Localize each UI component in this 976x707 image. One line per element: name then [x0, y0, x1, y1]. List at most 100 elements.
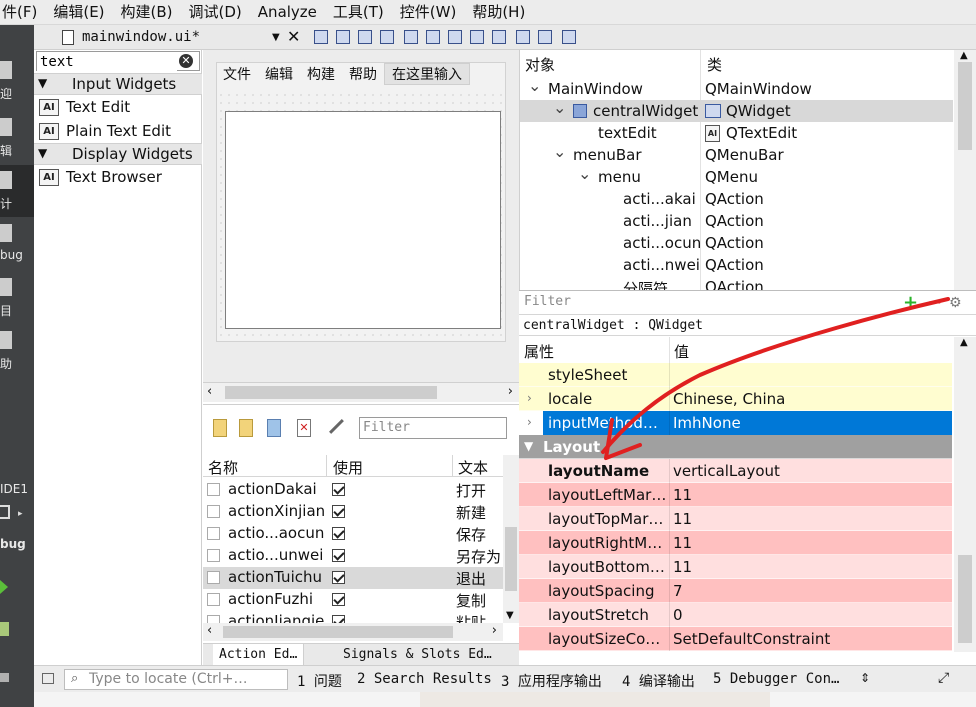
widget-item[interactable]: AI Text Edit — [34, 96, 202, 119]
property-row[interactable]: layoutSizeCon… SetDefaultConstraint — [519, 627, 952, 651]
tree-row[interactable]: acti...ocun QAction — [520, 232, 953, 254]
widget-category[interactable]: ▼ Display Widgets — [34, 143, 202, 165]
chevron-right-icon[interactable]: › — [527, 391, 532, 405]
property-value[interactable]: 11 — [673, 558, 692, 576]
panel-scroll-icon[interactable]: ⇕ — [860, 671, 870, 685]
property-value[interactable]: 11 — [673, 486, 692, 504]
used-checkbox[interactable] — [332, 593, 345, 606]
property-row[interactable]: layoutTopMar… 11 — [519, 507, 952, 531]
used-checkbox[interactable] — [332, 527, 345, 540]
form-menu-type-here[interactable]: 在这里输入 — [384, 63, 470, 85]
edit-signals-icon[interactable] — [336, 30, 350, 44]
action-vertical-scrollbar[interactable]: ▼ — [503, 455, 519, 623]
table-row[interactable]: actionFuzhi 复制 — [203, 589, 503, 611]
property-row[interactable]: › locale Chinese, China — [519, 387, 952, 411]
layout-form-icon[interactable] — [492, 30, 506, 44]
scroll-thumb[interactable] — [958, 62, 972, 150]
table-row[interactable]: actio...unwei 另存为 — [203, 545, 503, 567]
widget-category[interactable]: ▼ Input Widgets — [34, 73, 202, 95]
canvas-horizontal-scrollbar[interactable]: ‹ › — [203, 382, 519, 402]
chevron-down-icon[interactable]: ▼ — [524, 439, 533, 453]
clear-search-icon[interactable]: ✕ — [179, 54, 193, 68]
action-horizontal-scrollbar[interactable]: ‹ › — [203, 623, 503, 641]
property-value[interactable]: SetDefaultConstraint — [673, 630, 830, 648]
document-dropdown-icon[interactable]: ▼ — [272, 32, 280, 43]
layout-vertical-icon[interactable] — [426, 30, 440, 44]
configure-wrench-icon[interactable]: ⚙ — [949, 293, 962, 313]
used-checkbox[interactable] — [332, 615, 345, 623]
menu-item[interactable]: 件(F) — [0, 0, 45, 25]
tree-row[interactable]: ⌄ menu QMenu — [520, 164, 953, 188]
mode-help[interactable]: 助 — [0, 325, 34, 377]
table-row[interactable]: actio...aocun 保存 — [203, 523, 503, 545]
layout-horizontal-icon[interactable] — [404, 30, 418, 44]
debug-run-icon[interactable] — [0, 622, 9, 636]
property-vertical-scrollbar[interactable]: ▲ — [954, 337, 976, 652]
menu-item[interactable]: Analyze — [250, 0, 325, 25]
output-pane-button[interactable]: 4 编译输出 — [622, 671, 695, 691]
chevron-down-icon[interactable]: ⌄ — [528, 76, 541, 95]
column-property[interactable]: 属性 — [524, 341, 554, 362]
chevron-right-icon[interactable]: › — [527, 415, 532, 429]
widget-item[interactable]: AI Plain Text Edit — [34, 120, 202, 143]
inspector-vertical-scrollbar[interactable]: ▲ — [954, 50, 976, 290]
mode-welcome[interactable]: 迎 — [0, 55, 34, 107]
scroll-right-icon[interactable]: › — [508, 384, 513, 399]
property-value[interactable]: 11 — [673, 534, 692, 552]
scroll-thumb[interactable] — [223, 626, 453, 638]
scroll-down-icon[interactable]: ▼ — [506, 610, 514, 621]
output-pane-button[interactable]: 2 Search Results — [357, 671, 492, 687]
used-checkbox[interactable] — [332, 483, 345, 496]
menu-item[interactable]: 控件(W) — [392, 0, 465, 25]
form-menu-item[interactable]: 构建 — [300, 64, 342, 84]
scroll-up-icon[interactable]: ▲ — [960, 50, 968, 61]
mode-debug[interactable]: bug — [0, 218, 34, 270]
tree-row[interactable]: textEdit AI QTextEdit — [520, 122, 953, 144]
edit-widgets-icon[interactable] — [314, 30, 328, 44]
form-menu-item[interactable]: 文件 — [217, 64, 258, 84]
form-window[interactable]: 文件 编辑 构建 帮助 在这里输入 — [216, 62, 507, 342]
locator-input[interactable]: ⌕ Type to locate (Ctrl+… — [64, 669, 288, 690]
property-row[interactable]: layoutStretch 0 — [519, 603, 952, 627]
column-value[interactable]: 值 — [674, 341, 689, 362]
property-row[interactable]: styleSheet — [519, 363, 952, 387]
widget-search-input[interactable] — [37, 53, 177, 71]
property-value[interactable]: verticalLayout — [673, 462, 780, 480]
row-select-checkbox[interactable] — [207, 483, 220, 496]
table-row[interactable]: actionJianqie 粘贴 — [203, 611, 503, 623]
table-row[interactable]: actionXinjian 新建 — [203, 501, 503, 523]
scroll-up-icon[interactable]: ▲ — [960, 337, 968, 348]
used-checkbox[interactable] — [332, 571, 345, 584]
run-icon[interactable] — [0, 580, 8, 594]
splitter-vertical-icon[interactable] — [470, 30, 484, 44]
adjust-size-icon[interactable] — [562, 30, 576, 44]
form-menu-item[interactable]: 编辑 — [258, 64, 300, 84]
mode-design[interactable]: 计 — [0, 165, 34, 217]
add-property-icon[interactable]: + — [903, 293, 918, 313]
scroll-thumb[interactable] — [225, 386, 437, 399]
layout-grid-icon[interactable] — [516, 30, 530, 44]
mode-projects[interactable]: 目 — [0, 272, 34, 324]
property-row[interactable]: › inputMethod… ImhNone — [519, 411, 952, 435]
tree-row[interactable]: acti...akai QAction — [520, 188, 953, 210]
form-menu-item[interactable]: 帮助 — [342, 64, 384, 84]
row-select-checkbox[interactable] — [207, 549, 220, 562]
property-value[interactable]: ImhNone — [673, 414, 741, 432]
property-group[interactable]: ▼ Layout — [519, 435, 952, 459]
tab-signals-slots[interactable]: Signals & Slots Ed… — [337, 644, 498, 667]
menu-item[interactable]: 构建(B) — [113, 0, 181, 25]
build-hammer-icon[interactable] — [0, 673, 9, 682]
scroll-left-icon[interactable]: ‹ — [207, 623, 212, 638]
break-layout-icon[interactable] — [538, 30, 552, 44]
close-document-icon[interactable]: ✕ — [287, 27, 300, 46]
scroll-thumb[interactable] — [505, 527, 517, 591]
maximize-panel-icon[interactable]: ⤢ — [938, 670, 949, 686]
kit-selector[interactable]: ▸ — [0, 503, 30, 529]
tree-row[interactable]: 分隔符 QAction — [520, 276, 953, 290]
chevron-down-icon[interactable]: ⌄ — [553, 98, 566, 117]
menu-item[interactable]: 编辑(E) — [45, 0, 112, 25]
row-select-checkbox[interactable] — [207, 527, 220, 540]
row-select-checkbox[interactable] — [207, 571, 220, 584]
output-pane-button[interactable]: 3 应用程序输出 — [501, 671, 602, 691]
toggle-sidebar-icon[interactable] — [42, 673, 54, 684]
